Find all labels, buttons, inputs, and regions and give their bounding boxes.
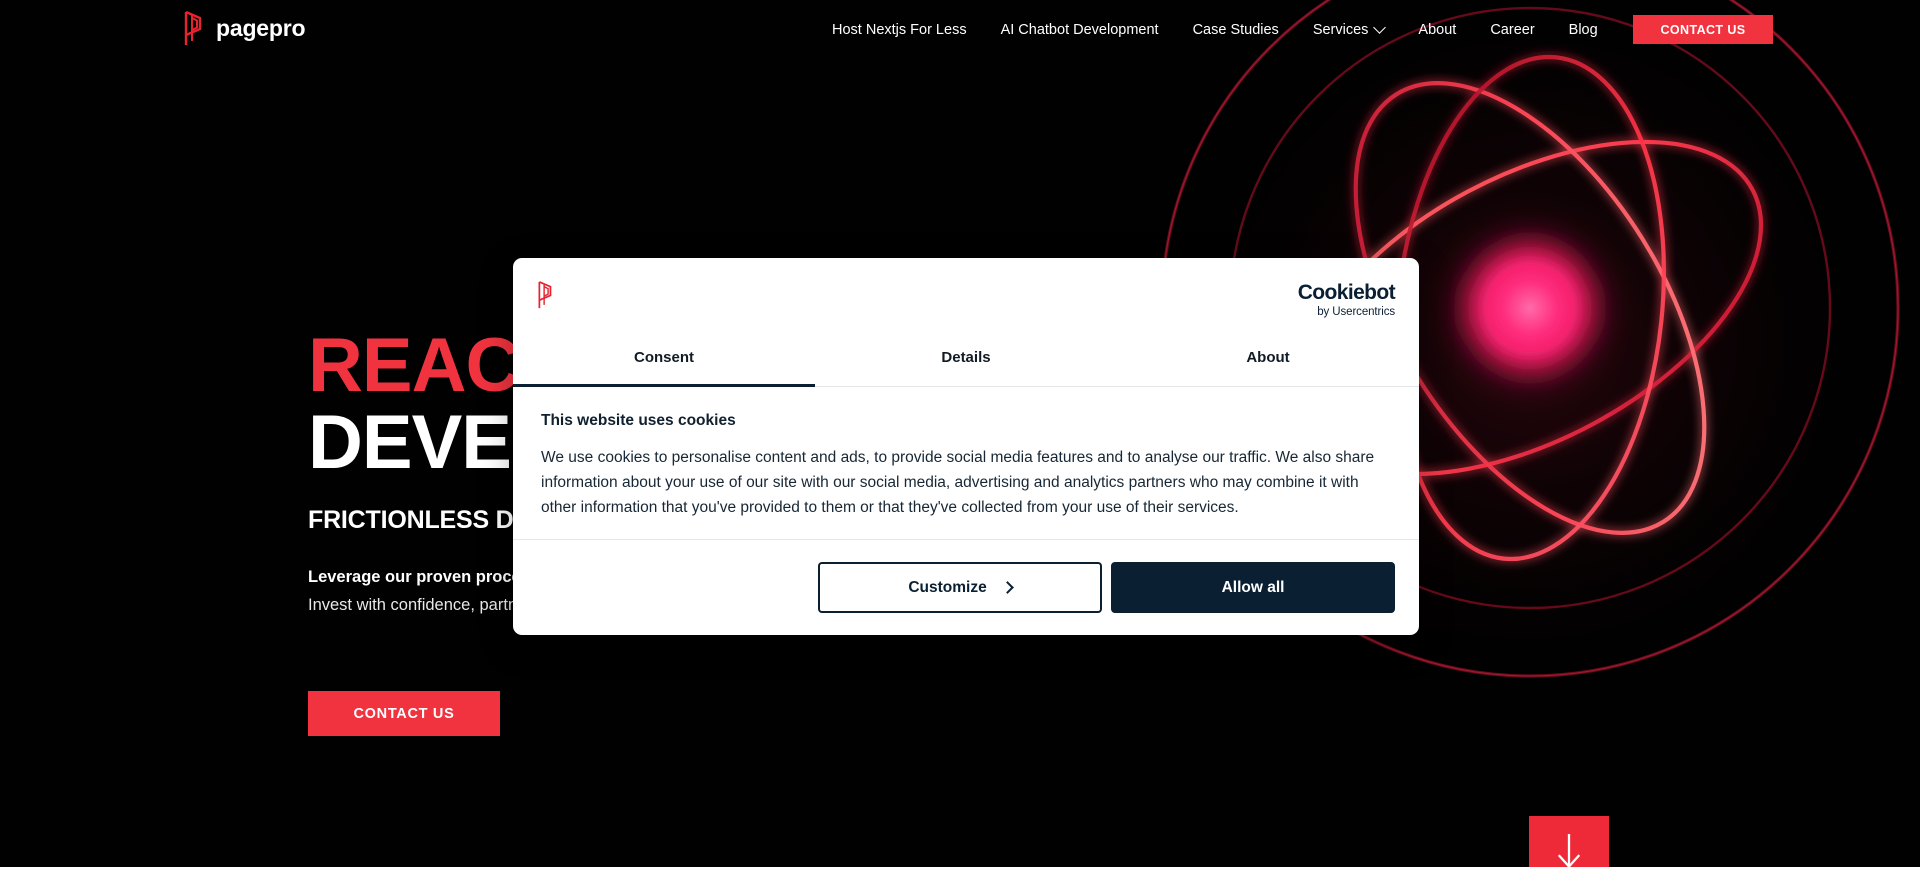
nav-item-ai-chatbot-development[interactable]: AI Chatbot Development — [984, 23, 1176, 38]
nav-item-label: Case Studies — [1192, 21, 1279, 38]
nav-item-label: Services — [1312, 21, 1369, 38]
brand-name: pagepro — [216, 15, 306, 41]
chevron-down-icon — [1373, 20, 1387, 34]
cookie-dialog-body: This website uses cookies We use cookies… — [513, 387, 1419, 540]
customize-button[interactable]: Customize — [818, 562, 1102, 613]
cookie-dialog-description: We use cookies to personalise content an… — [541, 449, 1375, 517]
arrow-down-icon — [1557, 834, 1581, 867]
customize-label: Customize — [908, 578, 987, 596]
cookiebot-name: Cookiebot — [1297, 281, 1396, 304]
nav-item-label: About — [1418, 21, 1457, 38]
nav-item-label: Host Nextjs For Less — [832, 21, 967, 38]
tab-consent[interactable]: Consent — [513, 331, 815, 387]
nav-item-services[interactable]: Services — [1296, 20, 1402, 38]
chevron-right-icon — [1000, 581, 1014, 594]
nav-item-career[interactable]: Career — [1473, 23, 1551, 38]
nav-item-label: AI Chatbot Development — [1000, 21, 1159, 38]
nav-links: Host Nextjs For Less AI Chatbot Developm… — [815, 0, 1615, 60]
cookiebot-branding: Cookiebot by Usercentrics — [1297, 281, 1396, 319]
cookie-dialog-title: This website uses cookies — [541, 412, 736, 429]
top-navigation-bar: pagepro Host Nextjs For Less AI Chatbot … — [0, 0, 1920, 60]
allow-all-button[interactable]: Allow all — [1111, 562, 1395, 613]
brand-logo-link[interactable]: pagepro — [183, 11, 306, 46]
cookie-consent-dialog: Cookiebot by Usercentrics Consent Detail… — [513, 258, 1419, 635]
nav-item-about[interactable]: About — [1401, 23, 1473, 38]
nav-contact-us-button[interactable]: CONTACT US — [1633, 15, 1773, 44]
cookie-dialog-header: Cookiebot by Usercentrics — [513, 258, 1419, 330]
nav-item-label: Blog — [1568, 21, 1598, 38]
cookie-dialog-actions: Customize Allow all — [513, 540, 1419, 635]
tab-details[interactable]: Details — [815, 331, 1117, 387]
nav-item-case-studies[interactable]: Case Studies — [1176, 23, 1296, 38]
cookie-dialog-tabs: Consent Details About — [513, 330, 1419, 387]
nav-item-label: Career — [1490, 21, 1535, 38]
cookiebot-subtitle: by Usercentrics — [1317, 306, 1395, 318]
hero-contact-us-button[interactable]: CONTACT US — [308, 691, 500, 736]
nav-item-host-nextjs-for-less[interactable]: Host Nextjs For Less — [815, 23, 984, 38]
pagepro-logo-icon — [538, 281, 552, 309]
nav-item-blog[interactable]: Blog — [1552, 23, 1615, 38]
scroll-down-button[interactable] — [1529, 816, 1609, 867]
page-root: pagepro Host Nextjs For Less AI Chatbot … — [0, 0, 1920, 888]
tab-about[interactable]: About — [1117, 331, 1419, 387]
pagepro-logo-icon — [184, 11, 202, 45]
